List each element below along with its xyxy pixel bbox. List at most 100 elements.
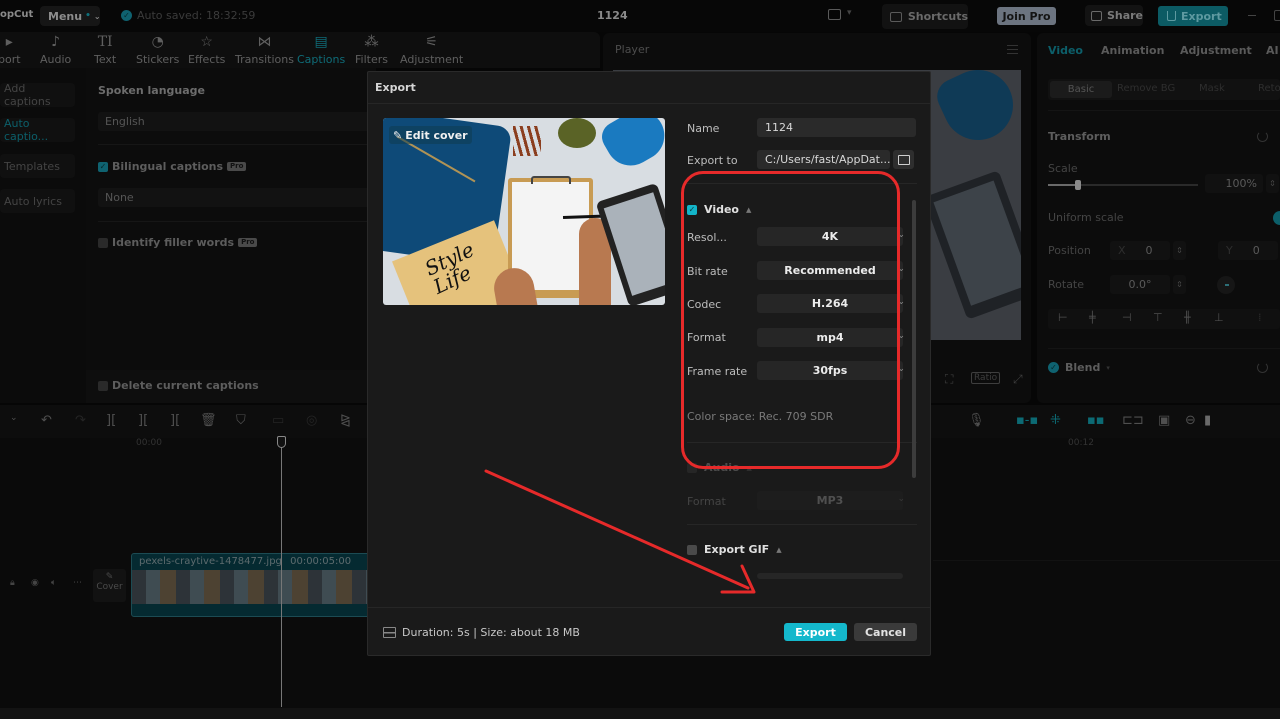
tool-filters[interactable]: ⁂ Filters <box>355 34 388 66</box>
chevron-down-icon[interactable]: ▾ <box>847 8 852 18</box>
export-top-button[interactable]: Export <box>1158 6 1228 26</box>
cancel-button[interactable]: Cancel <box>854 623 917 641</box>
delete-captions-checkbox[interactable]: Delete current captions <box>98 379 259 392</box>
menu-icon[interactable] <box>1007 45 1018 54</box>
tab-ai[interactable]: AI <box>1266 44 1279 57</box>
lock-icon[interactable]: 🔒︎ <box>10 578 15 588</box>
align-left-icon[interactable]: ⊢ <box>1058 311 1068 324</box>
menu-button[interactable]: Menu • ⌄ <box>40 6 101 26</box>
eye-icon[interactable]: ◉ <box>31 578 39 588</box>
undo-icon[interactable]: ↶ <box>41 413 52 428</box>
tool-text[interactable]: TI Text <box>94 34 116 66</box>
reverse-icon[interactable]: ◎ <box>306 413 317 428</box>
export-button[interactable]: Export <box>784 623 847 641</box>
zoom-slider-handle[interactable]: ▮ <box>1204 413 1211 428</box>
subtab-mask[interactable]: Mask <box>1199 83 1225 94</box>
position-y-input[interactable]: Y 0 <box>1218 241 1278 260</box>
tool-import[interactable]: ▸ port <box>0 34 21 66</box>
transform-heading[interactable]: Transform <box>1048 130 1111 143</box>
edit-cover-button[interactable]: ✎ Edit cover <box>389 126 472 144</box>
rotation-dial[interactable] <box>1217 276 1235 294</box>
export-path-input[interactable]: C:/Users/fast/AppDat... <box>757 150 890 169</box>
subtab-retouch[interactable]: Reto <box>1258 83 1280 94</box>
tab-animation[interactable]: Animation <box>1101 44 1164 57</box>
gif-section-toggle[interactable]: Export GIF ▲ <box>687 543 782 556</box>
layout-icon[interactable] <box>828 9 841 20</box>
split-right-icon[interactable]: ][ <box>170 413 180 428</box>
freeze-icon[interactable]: ▭ <box>272 413 284 428</box>
tool-adjustment[interactable]: ⚟ Adjustment <box>400 34 463 66</box>
rotate-stepper-icon[interactable]: ⇕ <box>1173 275 1186 294</box>
scale-slider[interactable] <box>1048 180 1198 190</box>
main-track-magnet-icon[interactable]: ▪-▪ <box>1016 413 1038 428</box>
tab-video[interactable]: Video <box>1048 44 1083 57</box>
share-button[interactable]: Share <box>1085 5 1143 26</box>
cover-thumbnail[interactable]: Style Life ✎ Edit cover <box>383 118 665 305</box>
position-x-stepper-icon[interactable]: ⇕ <box>1173 241 1186 260</box>
video-section-toggle[interactable]: ✓ Video ▲ <box>687 203 751 216</box>
spoken-language-select[interactable]: English <box>98 112 378 131</box>
position-x-input[interactable]: X 0 <box>1110 241 1170 260</box>
tool-audio[interactable]: ♪ Audio <box>40 34 71 66</box>
redo-icon[interactable]: ↷ <box>75 413 86 428</box>
align-center-v-icon[interactable]: ╫ <box>1184 311 1191 324</box>
codec-select[interactable]: H.264 ⌄ <box>757 294 905 313</box>
mirror-icon[interactable]: ⧎ <box>340 413 351 428</box>
tool-captions[interactable]: ▤ Captions <box>297 34 345 66</box>
zoom-to-fit-icon[interactable]: ▣ <box>1158 413 1170 428</box>
gif-resolution-select[interactable] <box>757 573 903 579</box>
cover-button[interactable]: ✎ Cover <box>93 569 126 602</box>
delete-icon[interactable]: 🗑 <box>200 413 217 428</box>
minimize-icon[interactable] <box>1248 15 1256 16</box>
bitrate-select[interactable]: Recommended ⌄ <box>757 261 905 280</box>
align-top-icon[interactable]: ⊤ <box>1153 311 1163 324</box>
frame-rate-select[interactable]: 30fps ⌄ <box>757 361 905 380</box>
align-right-icon[interactable]: ⊣ <box>1122 311 1132 324</box>
tool-transitions[interactable]: ⋈ Transitions <box>235 34 294 66</box>
uniform-scale-toggle[interactable] <box>1273 211 1280 225</box>
shortcuts-button[interactable]: Shortcuts <box>882 4 968 29</box>
subtab-remove-bg[interactable]: Remove BG <box>1117 83 1175 94</box>
rotate-input[interactable]: 0.0° <box>1110 275 1170 294</box>
nav-auto-captions[interactable]: Auto captio... <box>0 117 75 143</box>
join-pro-button[interactable]: Join Pro <box>997 7 1056 25</box>
marker-icon[interactable]: ⛉ <box>236 413 246 428</box>
chevron-down-icon[interactable]: ⌄ <box>10 413 18 423</box>
tool-effects[interactable]: ☆ Effects <box>188 34 225 66</box>
subtab-basic[interactable]: Basic <box>1050 81 1112 98</box>
timeline-scrollbar[interactable] <box>0 708 1280 719</box>
zoom-fit-icon[interactable]: ⛶ <box>945 372 953 387</box>
reset-icon[interactable] <box>1257 362 1268 373</box>
filler-words-checkbox[interactable]: Identify filler words Pro <box>98 236 258 249</box>
nav-auto-lyrics[interactable]: Auto lyrics <box>0 189 75 213</box>
nav-templates[interactable]: Templates <box>0 154 75 178</box>
distribute-icon[interactable]: ⁞ <box>1258 311 1262 324</box>
audio-section-toggle[interactable]: Audio ▲ <box>687 461 752 474</box>
fullscreen-icon[interactable]: ⤢ <box>1013 372 1023 387</box>
folder-icon[interactable] <box>893 150 914 169</box>
reset-icon[interactable] <box>1257 131 1268 142</box>
volume-icon[interactable]: 🔈︎ <box>51 578 56 588</box>
settings-scrollbar[interactable] <box>912 200 916 478</box>
bilingual-language-select[interactable]: None <box>98 188 378 207</box>
tab-adjustment[interactable]: Adjustment <box>1180 44 1252 57</box>
playhead-line[interactable] <box>281 437 282 707</box>
align-bottom-icon[interactable]: ⊥ <box>1214 311 1224 324</box>
auto-snap-icon[interactable]: ⁜ <box>1050 413 1061 428</box>
blend-checkbox[interactable]: ✓ Blend ▾ <box>1048 361 1110 374</box>
name-input[interactable]: 1124 <box>757 118 916 137</box>
linkage-icon[interactable]: ▪▪ <box>1087 413 1105 428</box>
ratio-button[interactable]: Ratio <box>971 372 1001 384</box>
maximize-icon[interactable] <box>1274 10 1280 21</box>
scale-input[interactable]: 100% <box>1205 174 1263 193</box>
format-select[interactable]: mp4 ⌄ <box>757 328 905 347</box>
audio-format-select[interactable]: MP3 ⌄ <box>757 491 905 510</box>
tool-stickers[interactable]: ◔ Stickers <box>136 34 179 66</box>
preview-axis-icon[interactable]: ⊏⊐ <box>1122 413 1144 428</box>
microphone-icon[interactable]: 🎙 <box>968 413 985 428</box>
playhead-handle[interactable] <box>277 436 286 448</box>
split-left-icon[interactable]: ][ <box>138 413 148 428</box>
more-icon[interactable]: ⋯ <box>73 578 82 588</box>
scale-slider-handle[interactable] <box>1075 180 1081 190</box>
bilingual-captions-checkbox[interactable]: ✓ Bilingual captions Pro <box>98 160 247 173</box>
